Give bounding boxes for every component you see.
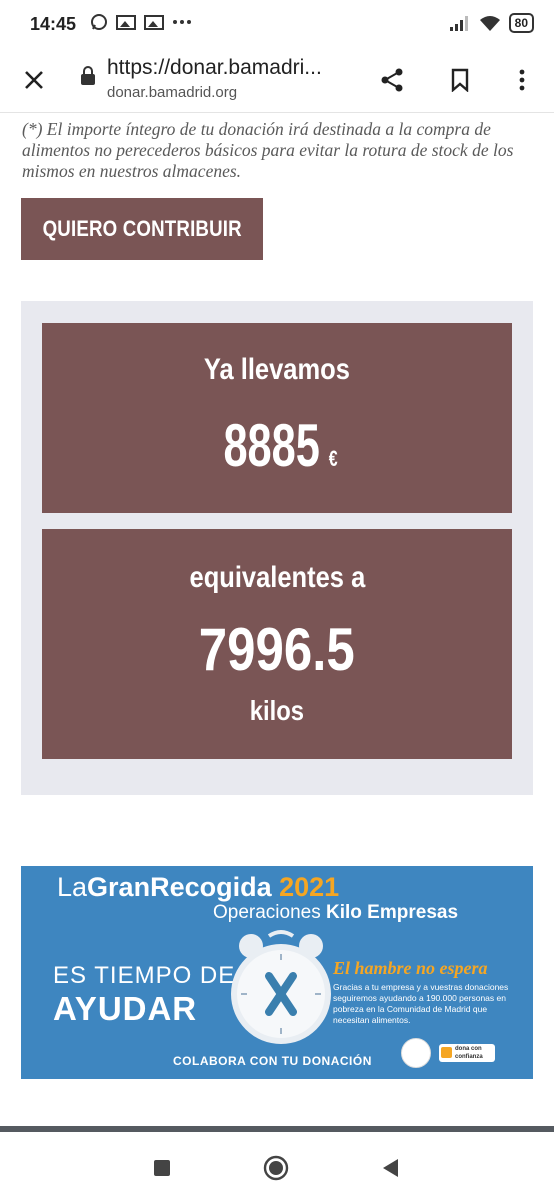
kilos-box: equivalentes a 7996.5 kilos xyxy=(42,529,512,759)
whatsapp-icon xyxy=(91,14,107,30)
banner-body: Gracias a tu empresa y a vuestras donaci… xyxy=(333,982,509,1025)
browser-toolbar: https://donar.bamadri... donar.bamadrid.… xyxy=(0,48,554,113)
contribute-button-label: QUIERO CONTRIBUIR xyxy=(42,216,242,241)
currency-symbol: € xyxy=(329,446,339,471)
photo-icon xyxy=(116,15,136,30)
kilos-unit: kilos xyxy=(249,695,305,726)
contribute-button[interactable]: QUIERO CONTRIBUIR xyxy=(21,198,263,260)
notification-icons xyxy=(90,13,192,31)
amount-number: 8885 xyxy=(223,412,321,479)
amount-box: Ya llevamos 8885 € xyxy=(42,323,512,513)
banner-cta: COLABORA CON TU DONACIÓN xyxy=(173,1054,372,1068)
home-button[interactable] xyxy=(256,1148,296,1188)
donation-disclaimer: (*) El importe íntegro de tu donación ir… xyxy=(22,118,514,181)
photo-icon xyxy=(144,15,164,30)
system-icons: 80 xyxy=(449,13,534,33)
signal-icon xyxy=(449,16,468,31)
home-icon xyxy=(263,1155,289,1181)
partner-logo-mark xyxy=(441,1047,452,1058)
url-display[interactable]: https://donar.bamadri... xyxy=(107,56,322,80)
status-time: 14:45 xyxy=(30,14,77,34)
bookmark-icon xyxy=(451,68,469,92)
bookmark-button[interactable] xyxy=(444,64,476,96)
battery-level: 80 xyxy=(508,13,534,33)
equivalent-label: equivalentes a xyxy=(189,561,365,594)
back-icon xyxy=(383,1159,398,1177)
banner-subtitle: Operaciones Kilo Empresas xyxy=(213,902,459,923)
share-button[interactable] xyxy=(376,64,408,96)
system-nav-bar xyxy=(0,1126,554,1200)
share-icon xyxy=(381,68,403,92)
banner-slogan: El hambre no espera xyxy=(333,958,488,978)
banner-tagline-1: ES TIEMPO DE xyxy=(53,962,236,989)
recents-button[interactable] xyxy=(142,1148,182,1188)
kilos-value: 7996.5 xyxy=(198,616,355,683)
recents-icon xyxy=(154,1160,170,1176)
close-icon xyxy=(25,71,43,89)
status-bar: 14:45 80 xyxy=(0,0,554,48)
back-button[interactable] xyxy=(370,1148,410,1188)
overflow-menu-button[interactable] xyxy=(506,64,538,96)
alarm-clock-icon xyxy=(231,930,331,1044)
url-domain: donar.bamadrid.org xyxy=(107,84,238,101)
partner-logo-text: dona con confianza xyxy=(455,1046,483,1060)
gran-recogida-banner[interactable]: LaGranRecogida 2021 Operaciones Kilo Emp… xyxy=(21,866,533,1079)
close-tab-button[interactable] xyxy=(18,64,50,96)
banner-tagline-2: AYUDAR xyxy=(53,990,198,1027)
amount-label: Ya llevamos xyxy=(203,353,351,386)
partner-logo: dona con confianza xyxy=(439,1044,495,1062)
banner-title: LaGranRecogida 2021 xyxy=(57,872,340,902)
banco-alimentos-logo xyxy=(401,1038,431,1068)
more-notifications-icon xyxy=(173,20,191,24)
wifi-icon xyxy=(479,16,500,31)
amount-value: 8885 € xyxy=(42,411,512,480)
web-content: (*) El importe íntegro de tu donación ir… xyxy=(0,113,554,1125)
lock-icon xyxy=(81,66,95,85)
more-vert-icon xyxy=(519,69,525,91)
donation-counter-panel: Ya llevamos 8885 € equivalentes a 7996.5 … xyxy=(21,301,533,795)
